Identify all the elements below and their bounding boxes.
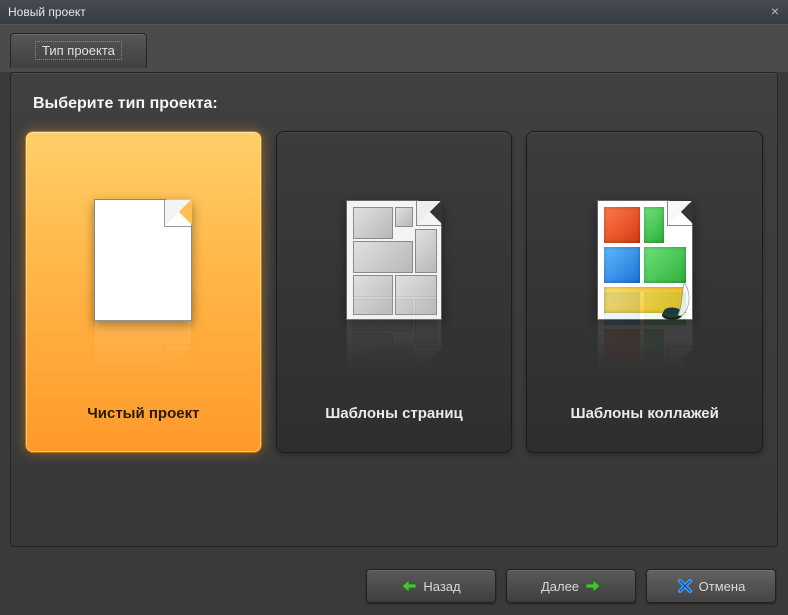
card-page-templates[interactable]: Шаблоны страниц (276, 131, 513, 453)
new-project-dialog: Новый проект × Тип проекта Выберите тип … (0, 0, 788, 615)
heading: Выберите тип проекта: (11, 73, 777, 131)
arrow-left-icon (401, 579, 417, 593)
cancel-button[interactable]: Отмена (646, 569, 776, 603)
card-label: Шаблоны страниц (321, 387, 467, 452)
content-panel: Выберите тип проекта: Чисты (10, 72, 778, 547)
next-label: Далее (541, 579, 579, 594)
close-icon[interactable]: × (768, 4, 782, 18)
blank-doc-icon (94, 199, 192, 321)
titlebar: Новый проект × (0, 0, 788, 24)
card-blank-project[interactable]: Чистый проект (25, 131, 262, 453)
card-icon (26, 132, 261, 387)
layout-doc-icon (346, 200, 442, 320)
tabs-bar: Тип проекта (0, 24, 788, 72)
footer-buttons: Назад Далее Отмена (0, 557, 788, 615)
card-label: Шаблоны коллажей (567, 387, 723, 452)
card-icon (277, 132, 512, 387)
cancel-x-icon (677, 578, 693, 594)
ink-pen-icon (656, 277, 704, 325)
back-button[interactable]: Назад (366, 569, 496, 603)
tab-project-type[interactable]: Тип проекта (10, 33, 147, 68)
card-collage-templates[interactable]: Шаблоны коллажей (526, 131, 763, 453)
project-type-cards: Чистый проект (11, 131, 777, 453)
collage-doc-icon (597, 200, 693, 320)
window-title: Новый проект (8, 5, 86, 19)
tab-label: Тип проекта (35, 41, 122, 60)
arrow-right-icon (585, 579, 601, 593)
card-icon (527, 132, 762, 387)
card-label: Чистый проект (83, 387, 203, 452)
cancel-label: Отмена (699, 579, 746, 594)
next-button[interactable]: Далее (506, 569, 636, 603)
back-label: Назад (423, 579, 460, 594)
